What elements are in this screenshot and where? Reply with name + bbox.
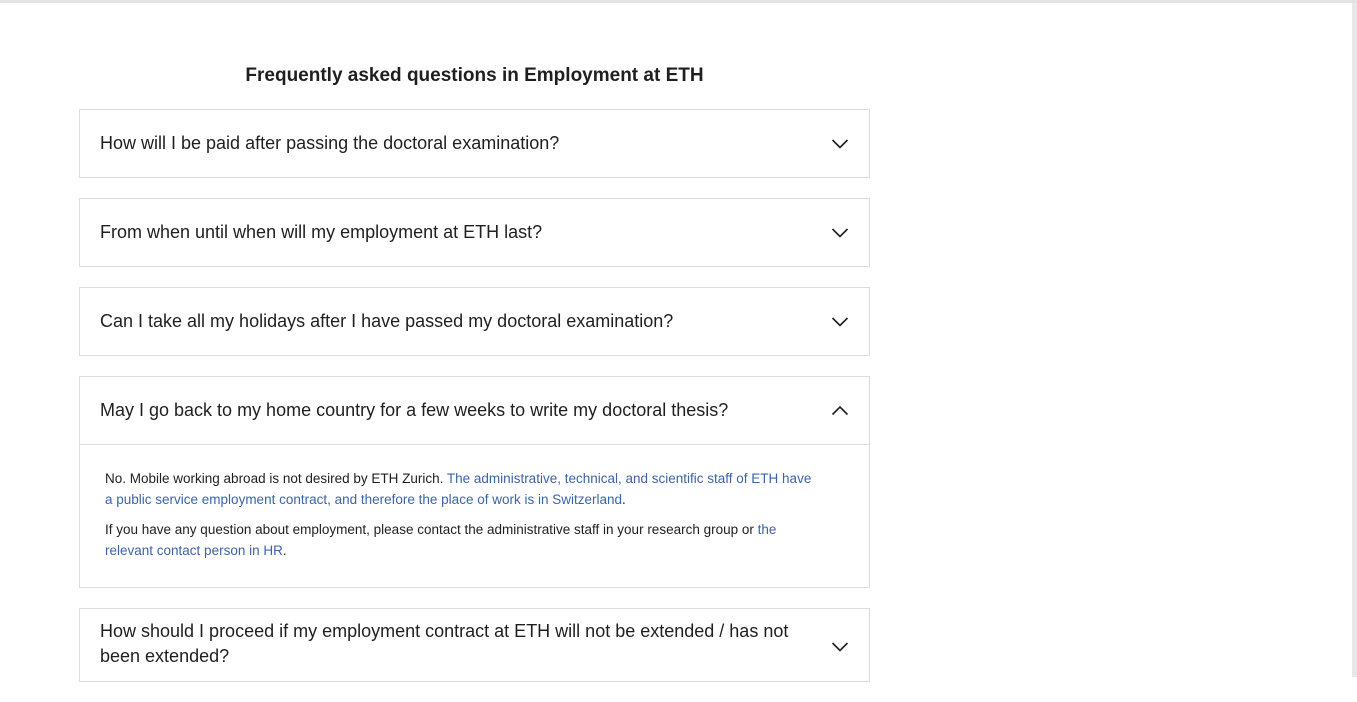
faq-item: How will I be paid after passing the doc… — [79, 109, 870, 178]
answer-text: . — [622, 491, 626, 507]
faq-question: How will I be paid after passing the doc… — [100, 133, 560, 153]
faq-toggle-button[interactable]: How should I proceed if my employment co… — [80, 609, 869, 681]
chevron-down-icon[interactable] — [831, 638, 849, 656]
faq-answer: No. Mobile working abroad is not desired… — [80, 444, 869, 587]
answer-text: If you have any question about employmen… — [105, 522, 758, 537]
answer-paragraph: No. Mobile working abroad is not desired… — [105, 469, 817, 510]
faq-item-expanded: May I go back to my home country for a f… — [79, 376, 870, 588]
faq-toggle-button[interactable]: From when until when will my employment … — [80, 199, 869, 266]
answer-text: . — [282, 542, 287, 558]
faq-item: From when until when will my employment … — [79, 198, 870, 267]
faq-toggle-button[interactable]: May I go back to my home country for a f… — [80, 377, 869, 444]
answer-text: No. Mobile working abroad is not desired… — [105, 471, 447, 486]
faq-title: Frequently asked questions in Employment… — [245, 65, 704, 86]
faq-question: May I go back to my home country for a f… — [100, 400, 729, 420]
faq-toggle-button[interactable]: Can I take all my holidays after I have … — [80, 288, 869, 355]
faq-item: How should I proceed if my employment co… — [79, 608, 870, 682]
faq-item: Can I take all my holidays after I have … — [79, 287, 870, 356]
answer-paragraph: If you have any question about employmen… — [105, 520, 817, 561]
faq-toggle-button[interactable]: How will I be paid after passing the doc… — [80, 110, 869, 177]
faq-question: Can I take all my holidays after I have … — [100, 311, 674, 331]
chevron-up-icon[interactable] — [831, 402, 849, 420]
faq-list: How will I be paid after passing the doc… — [79, 109, 870, 702]
faq-question: From when until when will my employment … — [100, 222, 543, 242]
chevron-down-icon[interactable] — [831, 135, 849, 153]
faq-question: How should I proceed if my employment co… — [100, 621, 789, 666]
chevron-down-icon[interactable] — [831, 313, 849, 331]
chevron-down-icon[interactable] — [831, 224, 849, 242]
page-scrollbar[interactable] — [1352, 3, 1357, 677]
